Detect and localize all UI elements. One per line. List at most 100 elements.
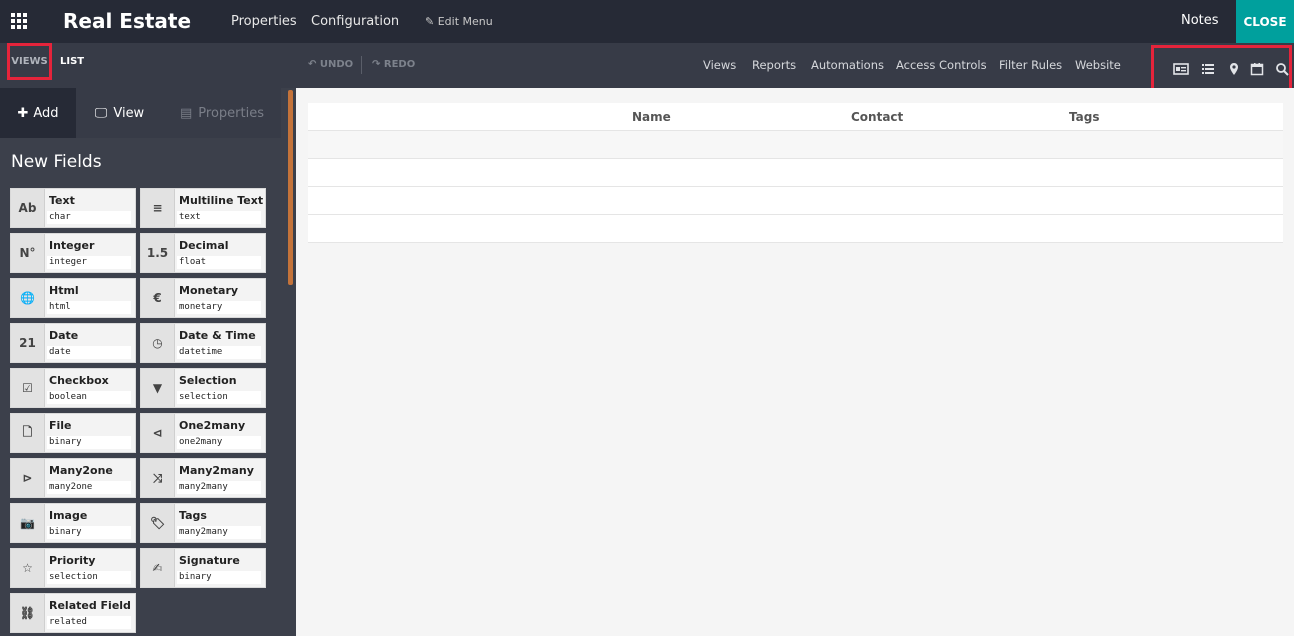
- sidebar-scrollbar[interactable]: [288, 90, 293, 285]
- new-fields-heading: New Fields: [11, 152, 102, 172]
- tab-add[interactable]: ✚ Add: [0, 88, 76, 138]
- field-body: Text char: [45, 189, 135, 227]
- field-type: many2one: [47, 481, 131, 494]
- field-label: Signature: [179, 554, 240, 567]
- link-website[interactable]: Website: [1075, 58, 1121, 72]
- field-label: Related Field: [49, 599, 131, 612]
- field-type: monetary: [177, 301, 261, 314]
- close-button[interactable]: CLOSE: [1236, 0, 1294, 43]
- table-row: [308, 187, 1283, 215]
- view-switcher: [1151, 45, 1292, 92]
- field-html[interactable]: 🌐 Html html: [10, 278, 136, 318]
- field-label: One2many: [179, 419, 246, 432]
- link-automations[interactable]: Automations: [811, 58, 884, 72]
- field-date[interactable]: 21 Date date: [10, 323, 136, 363]
- field-datetime[interactable]: ◷ Date & Time datetime: [140, 323, 266, 363]
- link-views[interactable]: Views: [703, 58, 736, 72]
- column-name[interactable]: Name: [632, 110, 671, 124]
- edit-menu-label: Edit Menu: [437, 15, 493, 28]
- field-label: Html: [49, 284, 79, 297]
- column-contact[interactable]: Contact: [851, 110, 903, 124]
- field-monetary[interactable]: € Monetary monetary: [140, 278, 266, 318]
- link-access-controls[interactable]: Access Controls: [896, 58, 987, 72]
- field-checkbox[interactable]: ☑ Checkbox boolean: [10, 368, 136, 408]
- field-type: boolean: [47, 391, 131, 404]
- field-decimal[interactable]: 1.5 Decimal float: [140, 233, 266, 273]
- field-body: Checkbox boolean: [45, 369, 135, 407]
- list-icon[interactable]: [1201, 62, 1215, 76]
- list-table: Name Contact Tags: [308, 103, 1283, 243]
- calendar-icon[interactable]: [1250, 62, 1264, 76]
- field-file[interactable]: 🗋 File binary: [10, 413, 136, 453]
- integer-icon: N°: [11, 234, 45, 272]
- field-text[interactable]: Ab Text char: [10, 188, 136, 228]
- field-many2many[interactable]: ⤨ Many2many many2many: [140, 458, 266, 498]
- field-body: Selection selection: [175, 369, 265, 407]
- link-reports[interactable]: Reports: [752, 58, 796, 72]
- column-tags[interactable]: Tags: [1069, 110, 1099, 124]
- undo-button[interactable]: ↶ UNDO: [308, 59, 353, 70]
- redo-button[interactable]: ↷ REDO: [372, 59, 415, 70]
- toolbar-divider: [361, 56, 362, 74]
- map-icon[interactable]: [1227, 62, 1241, 76]
- field-type: html: [47, 301, 131, 314]
- kanban-icon[interactable]: [1173, 62, 1189, 76]
- field-integer[interactable]: N° Integer integer: [10, 233, 136, 273]
- text-icon: Ab: [11, 189, 45, 227]
- menu-configuration[interactable]: Configuration: [311, 14, 399, 29]
- list-breadcrumb: LIST: [60, 56, 85, 67]
- studio-sidebar: ✚ Add 🖵 View ▤ Properties New Fields Ab Text…: [0, 88, 296, 636]
- field-type: selection: [47, 571, 131, 584]
- redo-label: REDO: [383, 59, 416, 70]
- undo-label: UNDO: [319, 59, 354, 70]
- image-icon: 📷: [11, 504, 45, 542]
- field-type: many2many: [177, 481, 261, 494]
- field-priority[interactable]: ☆ Priority selection: [10, 548, 136, 588]
- field-label: Text: [49, 194, 75, 207]
- many2one-icon: ⊳: [11, 459, 45, 497]
- field-type: selection: [177, 391, 261, 404]
- field-multiline-text[interactable]: ≡ Multiline Text text: [140, 188, 266, 228]
- link-filter-rules[interactable]: Filter Rules: [999, 58, 1062, 72]
- field-body: Many2many many2many: [175, 459, 265, 497]
- views-breadcrumb[interactable]: VIEWS: [7, 43, 52, 80]
- field-one2many[interactable]: ⊲ One2many one2many: [140, 413, 266, 453]
- notes-link[interactable]: Notes: [1181, 13, 1219, 28]
- field-label: Decimal: [179, 239, 229, 252]
- html-icon: 🌐: [11, 279, 45, 317]
- search-icon[interactable]: [1275, 62, 1289, 76]
- tab-add-label: Add: [33, 105, 59, 121]
- list-view-editor: Name Contact Tags: [296, 88, 1294, 636]
- menu-properties[interactable]: Properties: [231, 14, 297, 29]
- related-field-icon: ⛓: [11, 594, 45, 632]
- field-image[interactable]: 📷 Image binary: [10, 503, 136, 543]
- tab-view[interactable]: 🖵 View: [76, 88, 163, 138]
- decimal-icon: 1.5: [141, 234, 175, 272]
- field-label: Multiline Text: [179, 194, 264, 207]
- field-many2one[interactable]: ⊳ Many2one many2one: [10, 458, 136, 498]
- field-body: Priority selection: [45, 549, 135, 587]
- table-row: [308, 215, 1283, 243]
- multiline-text-icon: ≡: [141, 189, 175, 227]
- field-tags[interactable]: 🏷 Tags many2many: [140, 503, 266, 543]
- redo-icon: ↷: [372, 59, 384, 70]
- studio-toolbar: VIEWS LIST ↶ UNDO ↷ REDO Views Reports A…: [0, 43, 1294, 92]
- sidebar-tabs: ✚ Add 🖵 View ▤ Properties: [0, 88, 281, 138]
- date-icon: 21: [11, 324, 45, 362]
- tab-properties-label: Properties: [198, 105, 264, 121]
- selection-icon: ▼: [141, 369, 175, 407]
- apps-grid-icon[interactable]: [11, 13, 29, 29]
- tab-properties[interactable]: ▤ Properties: [163, 88, 281, 138]
- field-body: Many2one many2one: [45, 459, 135, 497]
- table-header: Name Contact Tags: [308, 103, 1283, 131]
- field-signature[interactable]: ✍ Signature binary: [140, 548, 266, 588]
- field-related-field[interactable]: ⛓ Related Field related: [10, 593, 136, 633]
- field-type: integer: [47, 256, 131, 269]
- field-selection[interactable]: ▼ Selection selection: [140, 368, 266, 408]
- field-type: text: [177, 211, 261, 224]
- field-body: Related Field related: [45, 594, 135, 632]
- edit-menu-link[interactable]: ✎ Edit Menu: [425, 15, 493, 28]
- field-label: Date & Time: [179, 329, 256, 342]
- field-body: Signature binary: [175, 549, 265, 587]
- field-type: datetime: [177, 346, 261, 359]
